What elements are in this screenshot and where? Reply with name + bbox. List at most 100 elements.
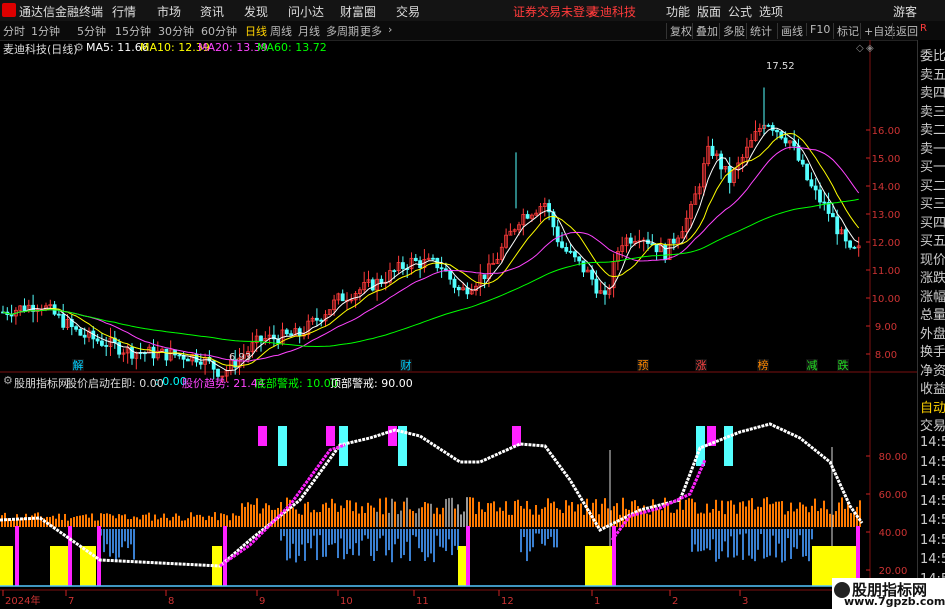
bottom-zone-block: [585, 546, 612, 586]
side-panel-item[interactable]: 14:56: [920, 494, 945, 509]
side-panel-item[interactable]: 14:56: [920, 455, 945, 470]
side-panel-item[interactable]: 外盘: [920, 323, 945, 342]
candle-body: [482, 274, 487, 280]
ma60-line: [2, 198, 859, 348]
price-axis-label: 15.00: [872, 154, 901, 165]
diamond-icon[interactable]: ◇: [856, 43, 864, 54]
bottom-zone-block: [0, 546, 13, 586]
side-panel-item[interactable]: 交易: [920, 415, 945, 434]
candle-body: [603, 290, 607, 295]
zoom-icon[interactable]: ◈: [866, 43, 874, 54]
top-signal-block: [512, 426, 521, 446]
candle-body: [448, 270, 453, 280]
candle-body: [413, 257, 418, 261]
candle-body: [775, 129, 779, 133]
event-marker: 减: [807, 359, 818, 372]
side-panel-item[interactable]: 买四: [920, 212, 945, 231]
candle-body: [783, 137, 788, 144]
candle-body: [577, 256, 582, 262]
candle-body: [818, 189, 822, 203]
side-panel-item[interactable]: 买二: [920, 175, 945, 194]
indicator-name: 股朋指标网: [14, 377, 69, 390]
side-panel-item[interactable]: 买三: [920, 193, 945, 212]
side-panel-item[interactable]: 14:56: [920, 474, 945, 489]
candle-body: [95, 338, 100, 342]
side-panel-item[interactable]: 卖五: [920, 64, 945, 83]
candle-body: [835, 216, 840, 235]
candle-body: [104, 345, 109, 347]
side-panel-item[interactable]: 买五: [920, 230, 945, 249]
side-panel-item[interactable]: 卖四: [920, 82, 945, 101]
candle-body: [284, 329, 289, 335]
candle-body: [314, 317, 319, 321]
panel-toggle-r[interactable]: R: [920, 23, 927, 34]
candle-body: [164, 348, 169, 361]
side-panel-item[interactable]: 自动: [920, 397, 945, 416]
event-marker: 财: [401, 358, 412, 372]
candle-body: [568, 250, 573, 253]
signal-marker: [223, 526, 227, 586]
side-panel-item[interactable]: 卖一: [920, 138, 945, 157]
date-axis-label: 3: [742, 596, 748, 607]
candle-body: [439, 267, 444, 270]
side-panel-item[interactable]: 现价: [920, 249, 945, 268]
candle-body: [590, 269, 594, 280]
side-panel-item[interactable]: 净资: [920, 360, 945, 379]
watermark-badge: 股朋指标网 www.7gpzb.com: [832, 578, 945, 609]
candle-body: [319, 319, 324, 322]
side-panel-item[interactable]: 14:56: [920, 533, 945, 548]
watermark-logo-icon: [834, 582, 850, 598]
side-panel-item[interactable]: 涨跌: [920, 267, 945, 286]
event-marker: 涨: [696, 359, 707, 372]
candle-body: [800, 159, 805, 165]
signal-marker: [466, 526, 470, 586]
candle-body: [456, 286, 461, 291]
side-panel-item[interactable]: 涨幅: [920, 286, 945, 305]
date-axis-label: 11: [416, 596, 429, 607]
side-panel-item[interactable]: 卖三: [920, 101, 945, 120]
top-signal-block: [258, 426, 267, 446]
bottom-warning-value: 底部警戒: 10.00: [255, 377, 338, 390]
indicator-gear-icon[interactable]: ⚙: [3, 374, 13, 387]
candle-body: [525, 214, 530, 219]
event-marker: 预: [638, 359, 649, 372]
price-axis-label: 8.00: [875, 350, 897, 361]
signal-marker: [97, 526, 101, 586]
bottom-zone-block: [458, 546, 466, 586]
candle-body: [82, 334, 87, 338]
quote-side-panel: R 委比 卖五 卖四 卖三 卖二 卖一 买一 买二 买三 买四 买五 现价 涨跌 涨幅 总量 外盘 换手 净资 收益…: [917, 23, 945, 609]
side-panel-item[interactable]: 14:56: [920, 513, 945, 528]
side-panel-item[interactable]: 委比: [920, 45, 945, 64]
date-axis-label: 8: [168, 596, 174, 607]
side-panel-item[interactable]: 14:56: [920, 435, 945, 450]
side-panel-item[interactable]: 总量: [920, 304, 945, 323]
top-signal-block: [724, 426, 733, 466]
candle-body: [259, 335, 263, 342]
candle-body: [710, 145, 715, 156]
candle-body: [573, 251, 577, 258]
candle-body: [61, 313, 66, 328]
kline-chart[interactable]: 16.00 15.00 14.00 13.00 12.00 11.00 10.00 9.00 8…: [0, 0, 945, 609]
indicator-axis-label: 60.00: [879, 490, 908, 501]
candle-body: [177, 354, 182, 357]
side-panel-item[interactable]: 换手: [920, 341, 945, 360]
candle-body: [766, 124, 771, 127]
candle-body: [663, 244, 668, 261]
candle-body: [465, 287, 470, 295]
candle-body: [400, 262, 405, 269]
candle-body: [671, 238, 676, 244]
top-signal-block: [326, 426, 335, 446]
candle-body: [813, 185, 818, 191]
candle-body: [452, 278, 457, 288]
start-signal-value: 股价启动在即: 0.00: [66, 377, 164, 390]
side-panel-item[interactable]: 买一: [920, 156, 945, 175]
side-panel-item[interactable]: 14:56: [920, 552, 945, 567]
side-panel-item[interactable]: 卖二: [920, 119, 945, 138]
candle-body: [843, 229, 848, 242]
candle-body: [431, 257, 435, 260]
top-signal-block: [278, 426, 287, 466]
candle-body: [392, 270, 397, 273]
bottom-zone-block: [50, 546, 68, 586]
candle-body: [185, 358, 190, 362]
side-panel-item[interactable]: 收益: [920, 378, 945, 397]
